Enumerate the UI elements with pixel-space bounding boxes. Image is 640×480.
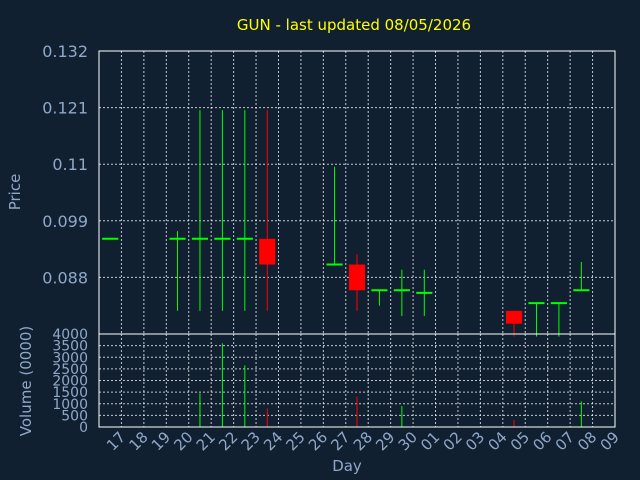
price-tick-labels: 0.132 0.121 0.11 0.099 0.088 (42, 42, 88, 287)
x-tick-label: 09 (597, 428, 623, 454)
volume-tick-label: 0 (79, 420, 88, 436)
chart-title: GUN - last updated 08/05/2026 (237, 16, 471, 34)
x-tick-labels: 1718192021222324252627282930010203040506… (103, 428, 623, 454)
candle-body (348, 264, 366, 291)
price-tick-label: 0.121 (42, 99, 88, 118)
price-tick-label: 0.132 (42, 42, 88, 61)
price-tick-label: 0.099 (42, 212, 88, 231)
volume-axis-label: Volume (0000) (17, 326, 35, 436)
volume-tick-labels: 40003500300025002000150010005000 (52, 327, 88, 436)
price-tick-label: 0.088 (42, 268, 88, 287)
x-axis-label: Day (332, 457, 362, 475)
candle-body (259, 238, 276, 265)
price-axis-label: Price (6, 174, 24, 211)
price-tick-label: 0.11 (52, 155, 88, 174)
candlestick-chart: GUN - last updated 08/05/2026 0.132 0.121… (6, 16, 623, 475)
candle-body (505, 310, 523, 324)
